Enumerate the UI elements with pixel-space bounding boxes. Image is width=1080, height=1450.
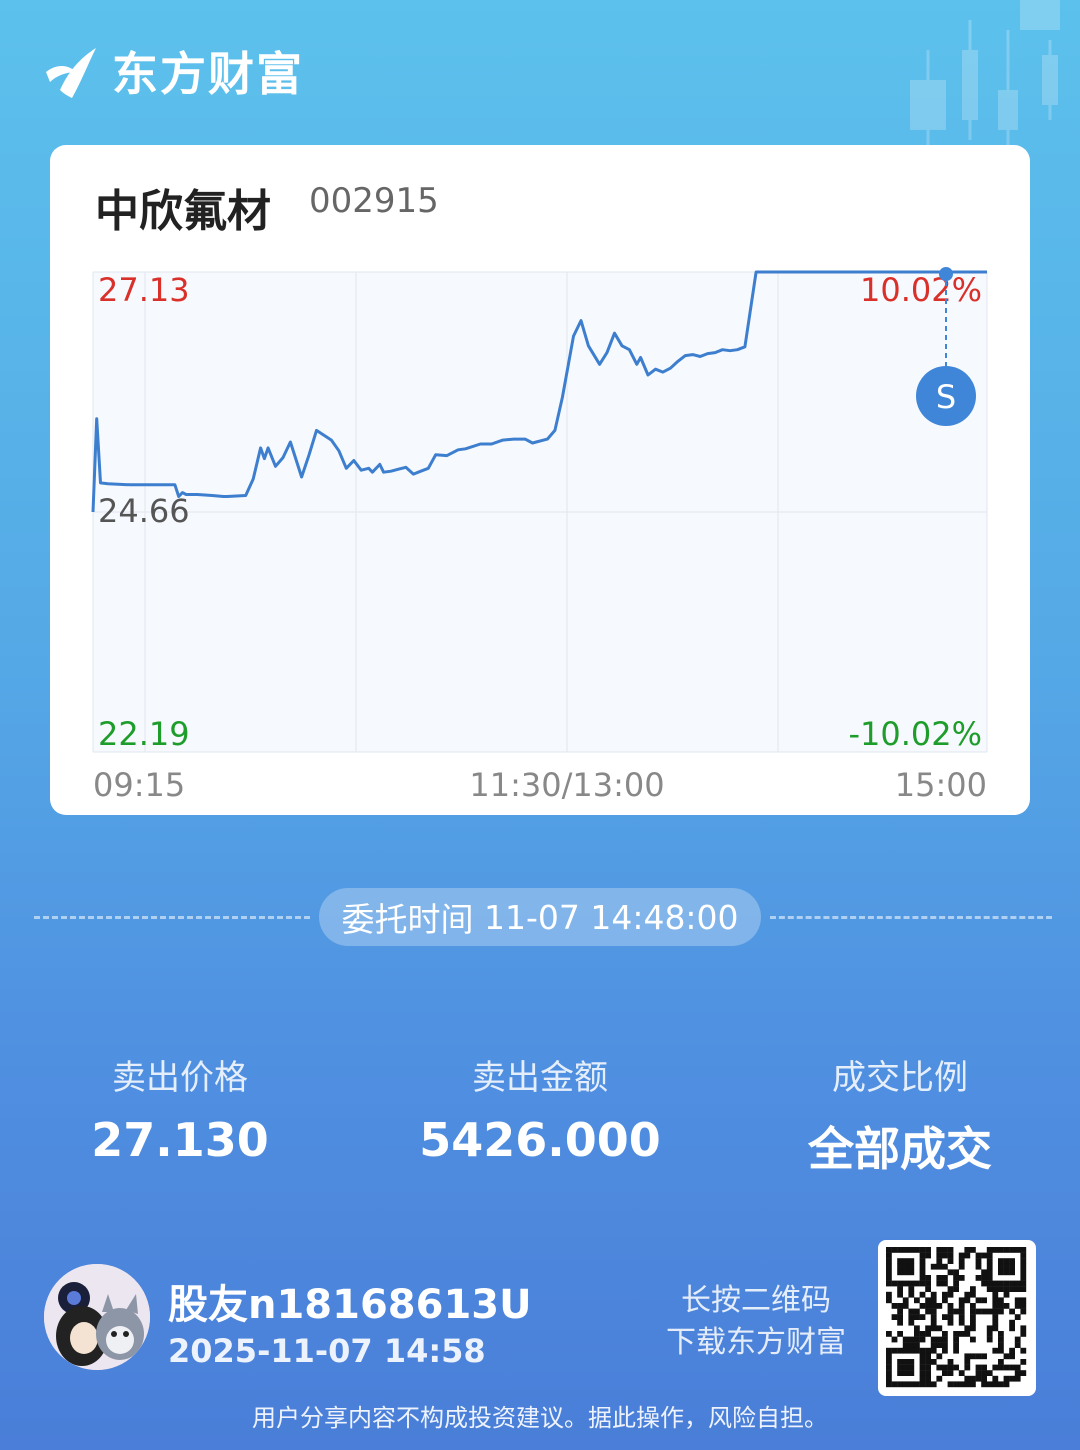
user-avatar[interactable] [44,1264,150,1370]
x-label-close: 15:00 [895,766,987,804]
qr-hint: 长按二维码 下载东方财富 [666,1280,846,1364]
share-time: 2025-11-07 14:58 [168,1332,486,1370]
stat-sell-amount: 卖出金额 5426.000 [390,1050,690,1167]
pct-label-high: 10.02% [860,271,982,309]
qr-hint-line2: 下载东方财富 [666,1325,846,1360]
intraday-chart: 27.13 24.66 22.19 10.02% -10.02% 09:15 1… [91,267,988,804]
candlestick-decoration [910,0,1060,150]
cartoon-avatar-icon [44,1264,150,1370]
y-label-mid: 24.66 [98,492,190,530]
sell-marker-label: S [936,378,956,416]
x-label-midday: 11:30/13:00 [469,766,664,804]
disclaimer: 用户分享内容不构成投资建议。据此操作，风险自担。 [252,1404,828,1432]
stat-label: 成交比例 [832,1058,968,1098]
stat-value: 5426.000 [419,1113,661,1167]
stock-chart-card: 中欣氟材 002915 27.13 24.66 22.19 10.02% -10… [50,145,1030,815]
x-label-open: 09:15 [93,766,185,804]
stat-value: 全部成交 [808,1122,992,1176]
order-time-pill: 委托时间 11-07 14:48:00 [319,888,761,946]
order-time-value: 11-07 14:48:00 [483,897,739,937]
pct-label-low: -10.02% [848,715,982,753]
qr-code[interactable] [878,1240,1036,1396]
dashed-divider-right [770,916,1052,919]
stat-value: 27.130 [91,1113,269,1167]
username: 股友n18168613U [168,1282,532,1328]
qr-hint-line1: 长按二维码 [681,1283,831,1318]
order-time-label: 委托时间 [341,900,474,939]
y-label-low: 22.19 [98,715,190,753]
brand-name: 东方财富 [112,47,304,101]
stat-label: 卖出金额 [472,1058,608,1098]
stat-sell-price: 卖出价格 27.130 [30,1050,330,1167]
order-time-row: 委托时间 11-07 14:48:00 [0,888,1080,946]
stat-label: 卖出价格 [112,1058,248,1098]
qr-code-icon [886,1247,1027,1388]
y-label-high: 27.13 [98,271,190,309]
brand-swoosh-icon [46,48,96,98]
dashed-divider-left [34,916,310,919]
brand-logo: 东方财富 [42,38,304,104]
stat-fill-ratio: 成交比例 全部成交 [750,1050,1050,1179]
trade-point [939,267,953,281]
